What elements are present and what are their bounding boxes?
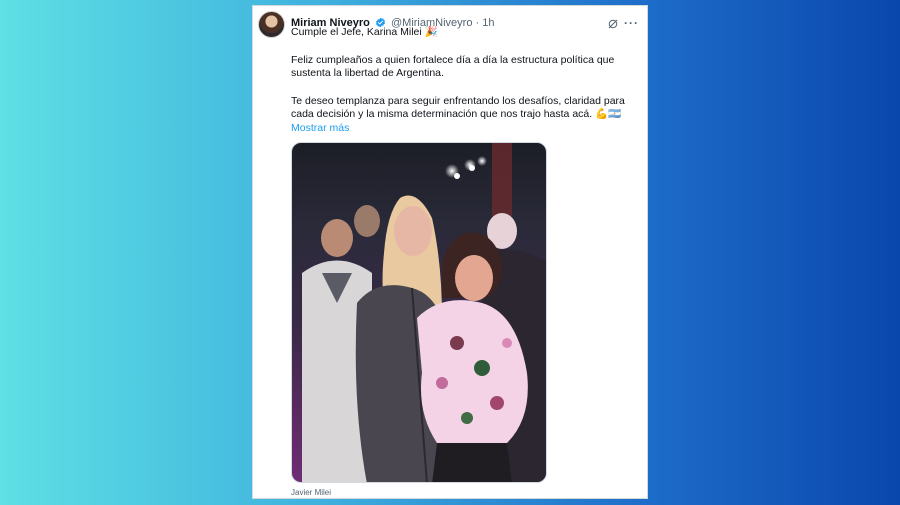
tweet-card[interactable]: Miriam Niveyro @MiriamNiveyro · 1h ··· C… bbox=[252, 5, 648, 499]
tweet-paragraph3: Te deseo templanza para seguir enfrentan… bbox=[291, 94, 625, 121]
tweet-line1: Cumple el Jefe, Karina Milei 🎉 bbox=[291, 26, 438, 38]
author-avatar[interactable] bbox=[258, 11, 285, 38]
tweet-paragraph2: Feliz cumpleaños a quien fortalece día a… bbox=[291, 53, 615, 80]
tweet-text: Cumple el Jefe, Karina Milei 🎉 Feliz cum… bbox=[291, 26, 641, 135]
tweet-photo[interactable] bbox=[291, 142, 547, 483]
show-more-link[interactable]: Mostrar más bbox=[291, 122, 641, 136]
photo-illustration bbox=[302, 143, 546, 482]
media-caption[interactable]: Javier Milei bbox=[291, 488, 331, 497]
